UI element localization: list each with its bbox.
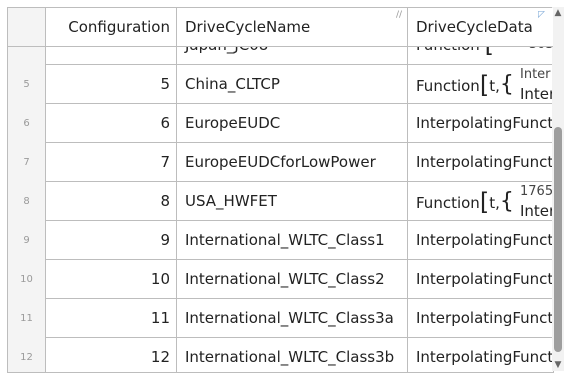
configuration-cell[interactable]: 10 bbox=[46, 260, 177, 299]
table-row[interactable]: 12 12 International_WLTC_Class3b Interpo… bbox=[8, 338, 553, 372]
table-row[interactable]: 5 5 China_CLTCP Function[t,{ Inter Inter… bbox=[8, 65, 553, 104]
drive-cycle-name-cell[interactable]: China_CLTCP bbox=[177, 65, 408, 104]
function-label: Function bbox=[416, 77, 480, 95]
bracket-icon: [ bbox=[479, 71, 490, 99]
drive-cycle-data-cell[interactable]: Function[t,{ Inter Interp bbox=[408, 65, 553, 104]
configuration-cell[interactable]: 5 bbox=[46, 65, 177, 104]
table-row[interactable]: 8 8 USA_HWFET Function[t,{ 1765. Interp bbox=[8, 182, 553, 221]
drive-cycle-data-cell[interactable]: InterpolatingFunct bbox=[408, 299, 553, 338]
row-number: 7 bbox=[8, 143, 46, 182]
function-arg: t, bbox=[489, 77, 500, 95]
table-row[interactable]: 9 9 International_WLTC_Class1 Interpolat… bbox=[8, 221, 553, 260]
grid-body: Japan_JC08 Function [ =303. 5 5 China_CL… bbox=[8, 46, 553, 372]
drive-cycle-name-cell[interactable]: EuropeEUDCforLowPower bbox=[177, 143, 408, 182]
scrollbar-thumb[interactable] bbox=[554, 127, 562, 352]
vertical-scrollbar[interactable]: ▲ ▼ bbox=[552, 7, 564, 371]
drive-cycle-data-cell: Function [ =303. bbox=[408, 46, 553, 65]
column-resize-icon[interactable]: // bbox=[396, 10, 402, 20]
brace-icon: { bbox=[499, 189, 514, 214]
table-row[interactable]: 7 7 EuropeEUDCforLowPower InterpolatingF… bbox=[8, 143, 553, 182]
drive-cycle-name-cell[interactable]: International_WLTC_Class1 bbox=[177, 221, 408, 260]
row-number: 9 bbox=[8, 221, 46, 260]
drive-cycle-data-cell[interactable]: InterpolatingFunct bbox=[408, 338, 553, 372]
function-label: Function bbox=[416, 46, 480, 54]
drive-cycle-data-cell[interactable]: InterpolatingFunct bbox=[408, 104, 553, 143]
drive-cycle-data-cell[interactable]: Function[t,{ 1765. Interp bbox=[408, 182, 553, 221]
column-header-drive-cycle-name[interactable]: DriveCycleName bbox=[177, 8, 408, 46]
configuration-cell[interactable]: 12 bbox=[46, 338, 177, 372]
column-header-configuration[interactable]: Configuration bbox=[46, 8, 177, 46]
configuration-cell[interactable]: 11 bbox=[46, 299, 177, 338]
row-number: 10 bbox=[8, 260, 46, 299]
table-row[interactable]: 6 6 EuropeEUDC InterpolatingFunct bbox=[8, 104, 553, 143]
configuration-cell[interactable]: 9 bbox=[46, 221, 177, 260]
drive-cycle-name-cell: Japan_JC08 bbox=[177, 46, 408, 65]
corner-cell bbox=[8, 8, 46, 46]
overflow-text: Interp bbox=[520, 85, 553, 103]
header-row: Configuration DriveCycleName // DriveCyc… bbox=[8, 8, 553, 47]
column-header-drive-cycle-data[interactable]: DriveCycleData bbox=[408, 8, 553, 46]
scroll-up-icon[interactable]: ▲ bbox=[552, 7, 564, 19]
row-number: 8 bbox=[8, 182, 46, 221]
drive-cycle-name-cell[interactable]: EuropeEUDC bbox=[177, 104, 408, 143]
drive-cycle-data-cell[interactable]: InterpolatingFunct bbox=[408, 221, 553, 260]
column-resize-icon[interactable]: ◸ bbox=[538, 10, 545, 20]
configuration-cell[interactable]: 7 bbox=[46, 143, 177, 182]
row-number: 11 bbox=[8, 299, 46, 338]
scroll-down-icon[interactable]: ▼ bbox=[552, 359, 564, 371]
row-number bbox=[8, 46, 46, 65]
brace-icon: { bbox=[499, 72, 514, 97]
bracket-icon: [ bbox=[479, 188, 490, 216]
dataset-grid: Configuration DriveCycleName // DriveCyc… bbox=[7, 7, 554, 373]
drive-cycle-name-cell[interactable]: International_WLTC_Class2 bbox=[177, 260, 408, 299]
table-row[interactable]: 10 10 International_WLTC_Class2 Interpol… bbox=[8, 260, 553, 299]
overflow-text: Interp bbox=[520, 202, 553, 220]
bracket-icon: [ bbox=[485, 46, 494, 56]
drive-cycle-data-cell[interactable]: InterpolatingFunct bbox=[408, 143, 553, 182]
function-arg: t, bbox=[489, 194, 500, 212]
configuration-cell bbox=[46, 46, 177, 65]
drive-cycle-name-cell[interactable]: International_WLTC_Class3a bbox=[177, 299, 408, 338]
configuration-cell[interactable]: 6 bbox=[46, 104, 177, 143]
configuration-cell[interactable]: 8 bbox=[46, 182, 177, 221]
table-row[interactable]: 11 11 International_WLTC_Class3a Interpo… bbox=[8, 299, 553, 338]
row-number: 5 bbox=[8, 65, 46, 104]
function-label: Function bbox=[416, 194, 480, 212]
drive-cycle-name-cell[interactable]: USA_HWFET bbox=[177, 182, 408, 221]
table-row: Japan_JC08 Function [ =303. bbox=[8, 46, 553, 65]
drive-cycle-data-cell[interactable]: InterpolatingFunct bbox=[408, 260, 553, 299]
drive-cycle-name-cell[interactable]: International_WLTC_Class3b bbox=[177, 338, 408, 372]
overflow-text: =303. bbox=[518, 46, 553, 64]
row-number: 6 bbox=[8, 104, 46, 143]
row-number: 12 bbox=[8, 338, 46, 372]
